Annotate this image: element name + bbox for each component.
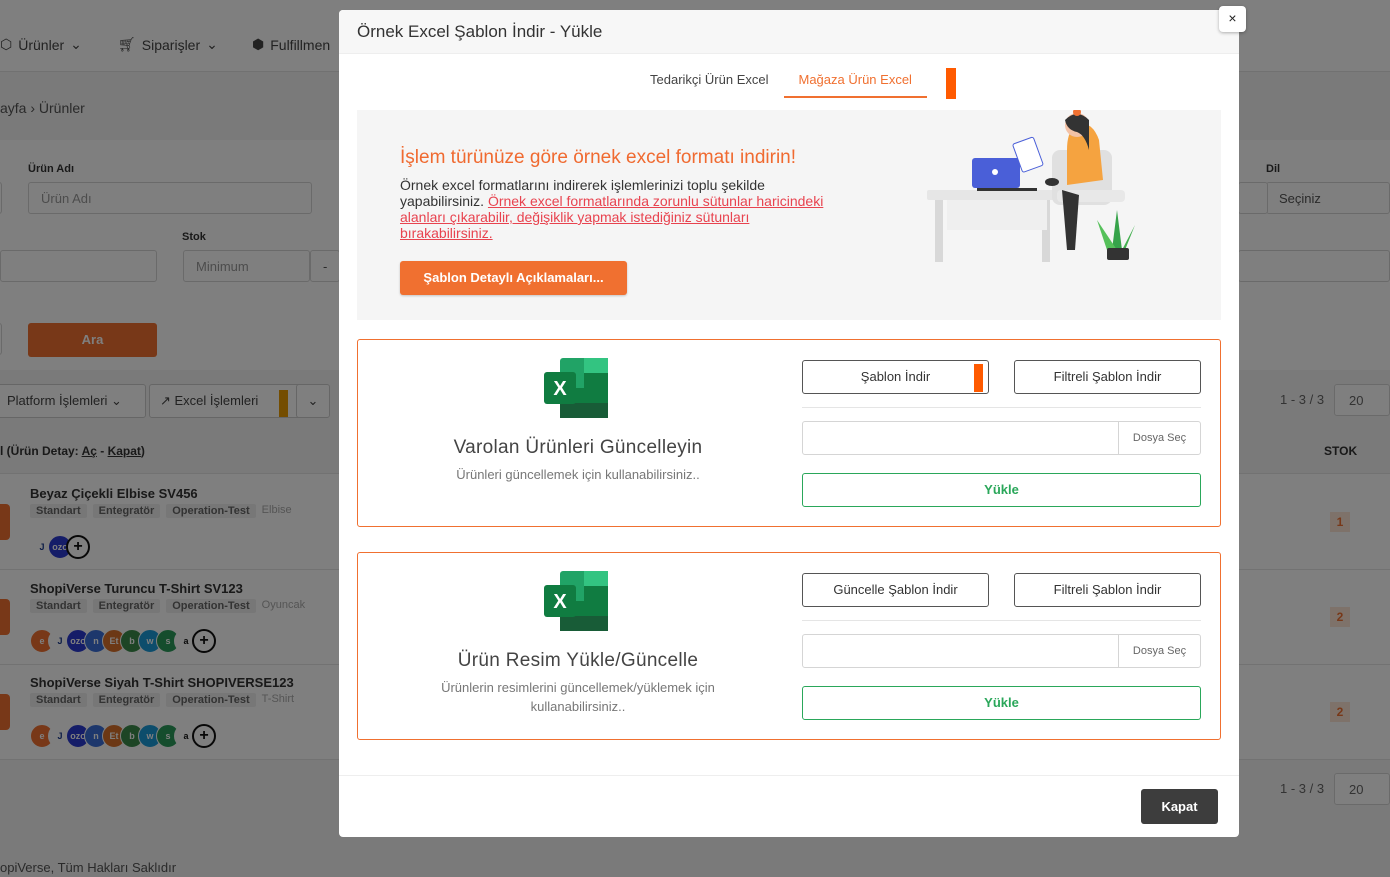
- download-template-button[interactable]: Şablon İndir: [802, 360, 989, 394]
- tab-bar: Tedarikçi Ürün Excel Mağaza Ürün Excel: [635, 68, 927, 98]
- info-text: Örnek excel formatlarını indirerek işlem…: [400, 177, 830, 241]
- card-subtitle: Ürünleri güncellemek için kullanabilirsi…: [456, 467, 700, 482]
- tab-store-product-excel[interactable]: Mağaza Ürün Excel: [783, 68, 927, 98]
- close-button[interactable]: Kapat: [1141, 789, 1218, 824]
- modal-header: Örnek Excel Şablon İndir - Yükle: [339, 10, 1239, 54]
- info-panel: İşlem türünüze göre örnek excel formatı …: [357, 110, 1221, 320]
- divider: [802, 620, 1201, 621]
- download-marker: [974, 364, 983, 392]
- svg-text:X: X: [553, 591, 567, 613]
- filtered-download-button[interactable]: Filtreli Şablon İndir: [1014, 360, 1201, 394]
- divider: [802, 407, 1201, 408]
- excel-icon: X: [544, 358, 608, 418]
- update-template-download-button[interactable]: Güncelle Şablon İndir: [802, 573, 989, 607]
- active-tab-marker: [946, 68, 956, 99]
- card-subtitle: Ürünlerin resimlerini güncellemek/yüklem…: [441, 680, 715, 714]
- template-details-button[interactable]: Şablon Detaylı Açıklamaları...: [400, 261, 627, 295]
- card-title: Ürün Resim Yükle/Güncelle: [457, 650, 699, 671]
- svg-text:X: X: [553, 378, 567, 400]
- close-icon[interactable]: ×: [1219, 6, 1246, 32]
- excel-icon: X: [544, 571, 608, 631]
- filtered-download-button[interactable]: Filtreli Şablon İndir: [1014, 573, 1201, 607]
- woman-at-desk-illustration: [927, 110, 1135, 262]
- info-title: İşlem türünüze göre örnek excel formatı …: [400, 147, 797, 168]
- upload-button[interactable]: Yükle: [802, 686, 1201, 720]
- file-input[interactable]: Dosya Seç: [802, 421, 1201, 455]
- choose-file-button[interactable]: Dosya Seç: [1118, 635, 1200, 667]
- card-title: Varolan Ürünleri Güncelleyin: [453, 437, 703, 458]
- upload-button[interactable]: Yükle: [802, 473, 1201, 507]
- modal-footer-divider: [339, 775, 1239, 776]
- choose-file-button[interactable]: Dosya Seç: [1118, 422, 1200, 454]
- modal-title: Örnek Excel Şablon İndir - Yükle: [357, 22, 603, 41]
- file-input[interactable]: Dosya Seç: [802, 634, 1201, 668]
- update-products-card: X Varolan Ürünleri Güncelleyin Ürünleri …: [357, 339, 1221, 527]
- product-image-card: X Ürün Resim Yükle/Güncelle Ürünlerin re…: [357, 552, 1221, 740]
- tab-supplier-product-excel[interactable]: Tedarikçi Ürün Excel: [635, 68, 784, 98]
- excel-template-modal: Örnek Excel Şablon İndir - Yükle Tedarik…: [339, 10, 1239, 837]
